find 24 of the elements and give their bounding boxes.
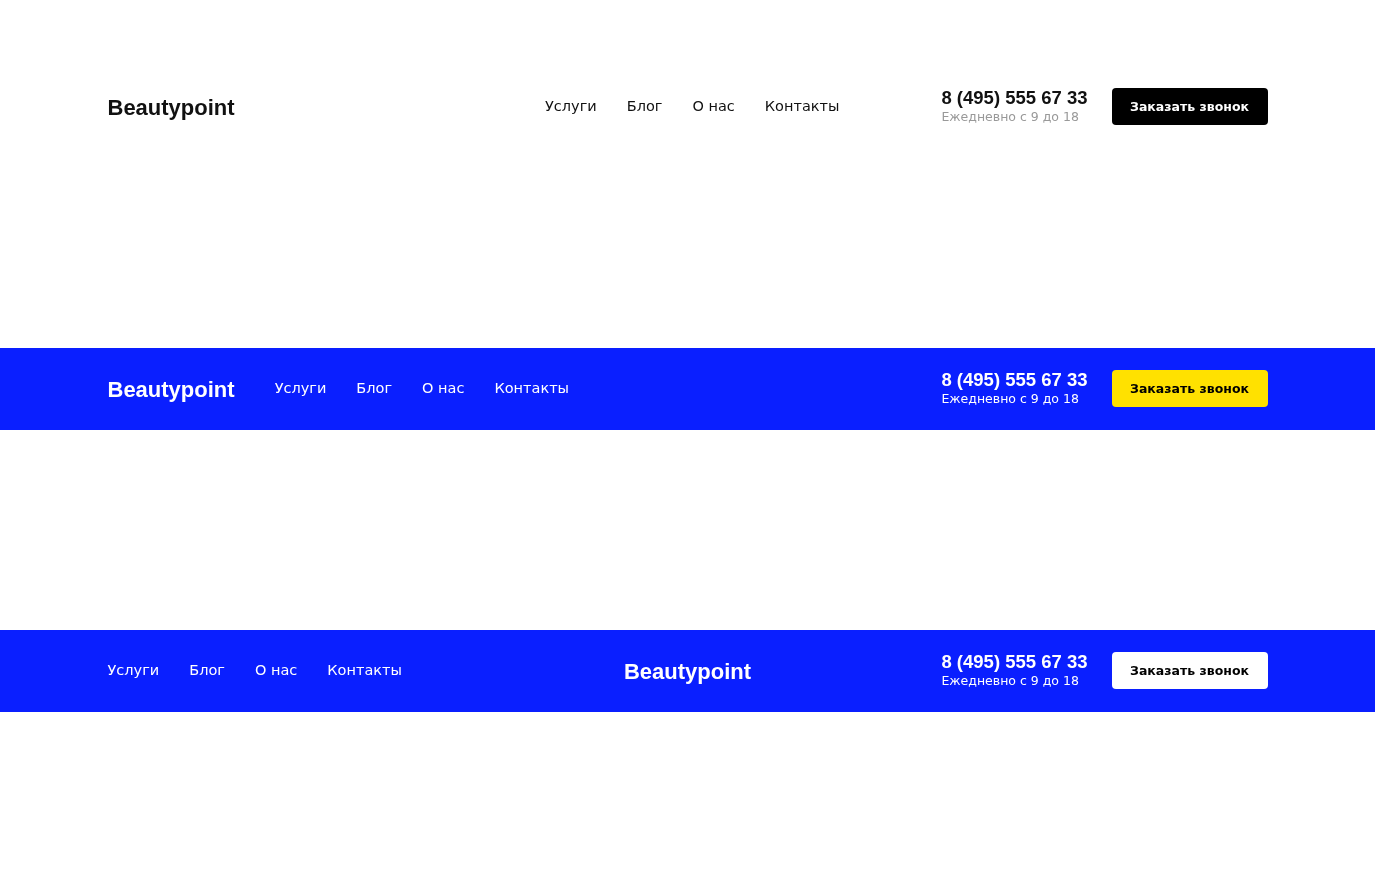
logo[interactable]: Beautypoint [107, 90, 235, 124]
phone-number[interactable]: 8 (495) 555 67 33 [941, 369, 1088, 391]
callback-button[interactable]: Заказать звонок [1111, 652, 1268, 690]
nav-link[interactable]: Контакты [494, 378, 570, 400]
nav-link[interactable]: Блог [189, 660, 225, 682]
nav-link[interactable]: Блог [356, 378, 393, 400]
nav-link[interactable]: Услуги [274, 378, 327, 400]
working-hours: Ежедневно с 9 до 18 [941, 390, 1080, 409]
working-hours: Ежедневно с 9 до 18 [941, 108, 1080, 127]
callback-button[interactable]: Заказать звонок [1111, 88, 1268, 126]
phone-number[interactable]: 8 (495) 555 67 33 [941, 651, 1088, 673]
working-hours: Ежедневно с 9 до 18 [941, 672, 1080, 691]
nav-link[interactable]: Услуги [545, 96, 597, 118]
nav-link[interactable]: Контакты [327, 660, 402, 682]
logo[interactable]: Beautypoint [623, 654, 752, 688]
nav-link[interactable]: О нас [422, 378, 465, 400]
nav-link[interactable]: Услуги [107, 660, 160, 682]
callback-button[interactable]: Заказать звонок [1111, 370, 1268, 408]
phone-number[interactable]: 8 (495) 555 67 33 [941, 87, 1088, 109]
nav-link[interactable]: Блог [626, 96, 663, 118]
nav-link[interactable]: О нас [254, 660, 298, 682]
nav-link[interactable]: О нас [692, 96, 735, 118]
logo[interactable]: Beautypoint [107, 372, 235, 406]
nav-link[interactable]: Контакты [764, 96, 840, 118]
